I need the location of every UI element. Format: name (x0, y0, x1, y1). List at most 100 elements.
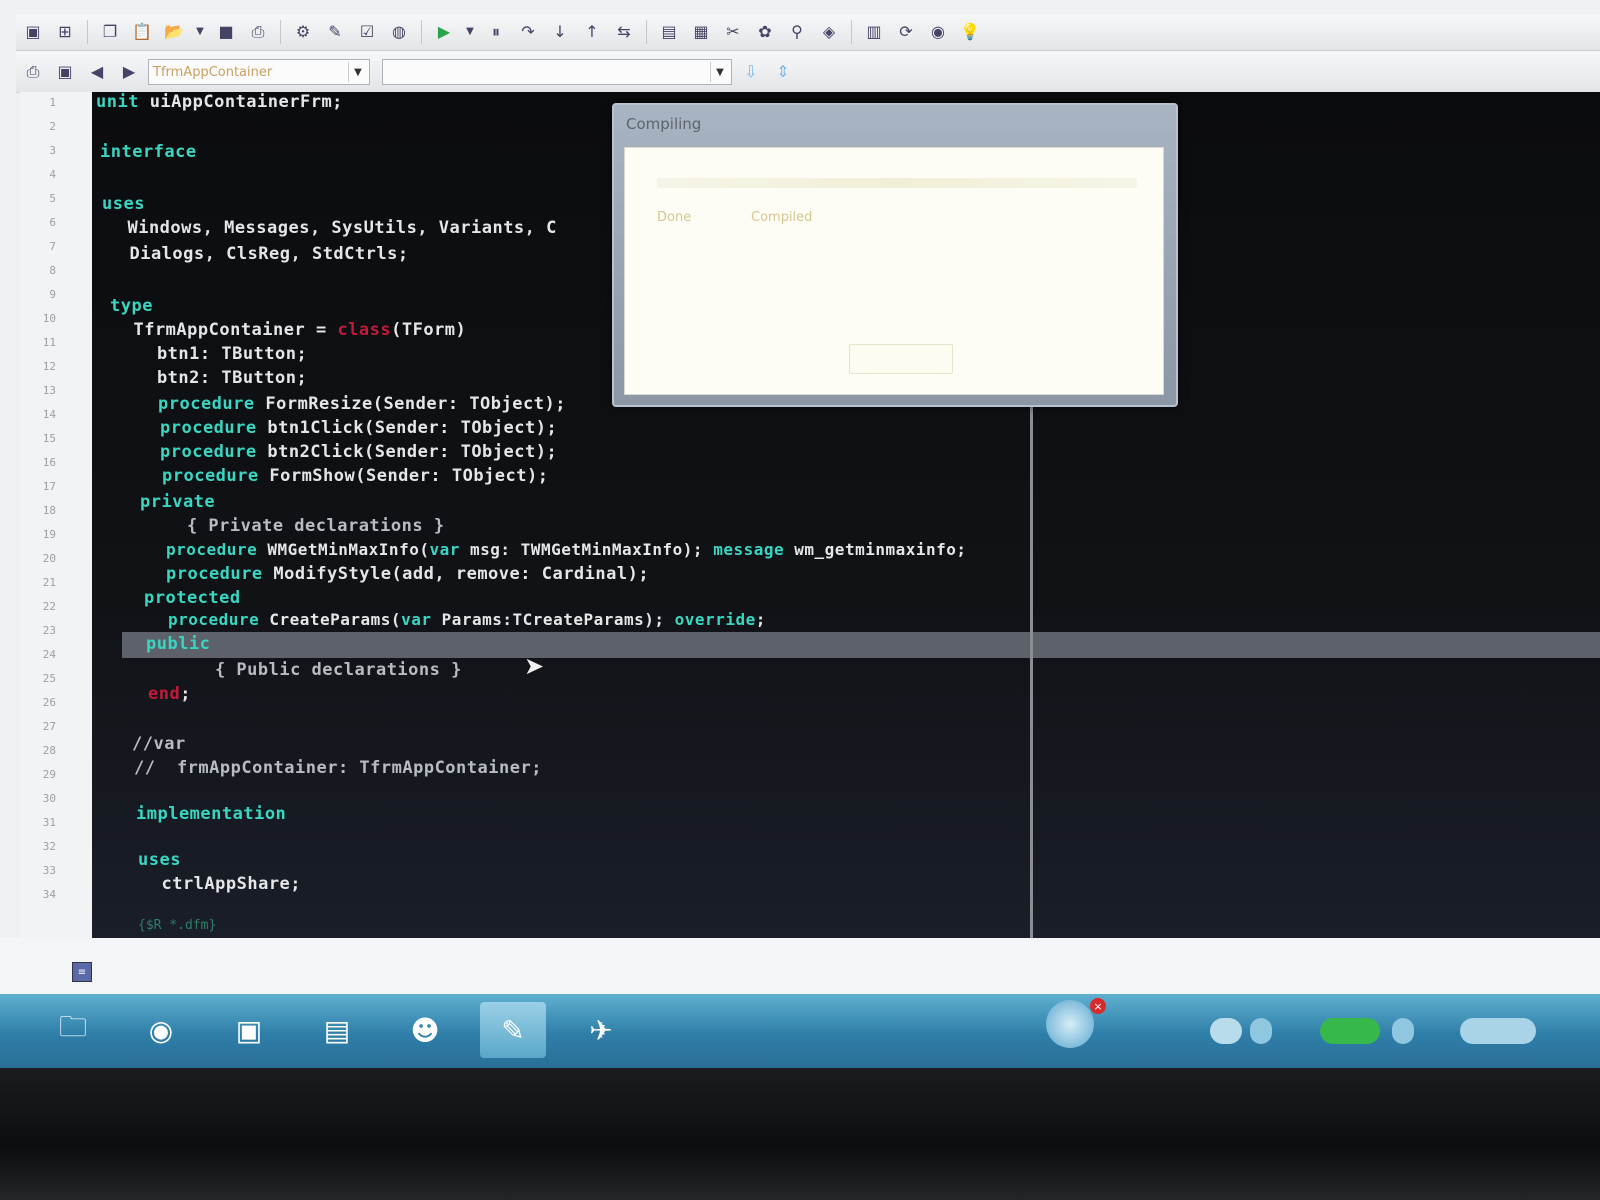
keyword: interface (100, 142, 197, 162)
bulb-icon[interactable]: 💡 (957, 19, 983, 45)
media-player-icon[interactable]: ◉ (128, 1002, 194, 1058)
class-selector-value: TfrmAppContainer (153, 64, 273, 80)
line-number: 24 (42, 648, 56, 661)
dropdown-arrow-icon[interactable]: ▼ (193, 19, 207, 45)
palette-icon[interactable]: ◈ (816, 19, 842, 45)
run-dropdown-icon[interactable]: ▼ (463, 19, 477, 45)
line-number: 28 (42, 744, 56, 757)
toggle-form-icon[interactable]: ⇆ (611, 19, 637, 45)
paste-icon[interactable]: 📋 (129, 19, 155, 45)
line-number: 4 (49, 168, 56, 181)
bookmark-icon[interactable]: ⇩ (738, 59, 764, 85)
chevron-down-icon[interactable]: ▼ (710, 62, 729, 82)
monitor-bezel (0, 1068, 1600, 1200)
keyword: procedure (162, 466, 259, 486)
line-number-gutter: 1 2 3 4 5 6 7 8 9 10 11 12 13 14 15 16 1… (20, 92, 93, 938)
nav-back-icon[interactable]: ◀ (84, 59, 110, 85)
run-icon[interactable]: ▶ (431, 19, 457, 45)
view-unit-icon[interactable]: ▦ (688, 19, 714, 45)
code-text: WMGetMinMaxInfo( (257, 540, 430, 559)
keyword: procedure (160, 418, 257, 438)
search-icon[interactable]: ⚲ (784, 19, 810, 45)
nav-forward-icon[interactable]: ▶ (116, 59, 142, 85)
done-label: Done (657, 210, 692, 225)
check-icon[interactable]: ☑ (354, 19, 380, 45)
code-line: TfrmAppContainer = class(TForm) (112, 320, 466, 340)
document-icon[interactable]: ▤ (304, 1002, 370, 1058)
line-number: 9 (49, 288, 56, 301)
compiling-dialog: Compiling Done Compiled (612, 103, 1178, 407)
open-project-icon[interactable]: ⊞ (52, 19, 78, 45)
tools-icon[interactable]: ✂ (720, 19, 746, 45)
chevron-down-icon[interactable]: ▼ (348, 62, 367, 82)
network-icon[interactable] (1210, 1018, 1242, 1044)
notification-bubble-icon[interactable] (1046, 1000, 1094, 1048)
ok-button[interactable] (849, 344, 953, 374)
line-number: 16 (42, 456, 56, 469)
clock[interactable] (1460, 1018, 1536, 1044)
paint-icon[interactable]: ✎ (480, 1002, 546, 1058)
keyword: implementation (136, 804, 287, 824)
battery-icon[interactable] (1320, 1018, 1380, 1044)
line-number: 10 (42, 312, 56, 325)
keyword: procedure (166, 564, 263, 584)
delphi-ide-icon[interactable]: ▣ (216, 1002, 282, 1058)
stop-icon[interactable]: ■ (213, 19, 239, 45)
current-line-highlight (122, 632, 1600, 658)
sync-icon[interactable]: ⇕ (770, 59, 796, 85)
compile-status: Compiled (751, 210, 813, 225)
keyword: end (148, 684, 181, 704)
dialog-title: Compiling (626, 115, 702, 133)
step-over-icon[interactable]: ↷ (515, 19, 541, 45)
pause-icon[interactable]: ⏸ (483, 19, 509, 45)
code-text: msg: TWMGetMinMaxInfo); (459, 540, 714, 559)
step-out-icon[interactable]: ↑ (579, 19, 605, 45)
line-number: 31 (42, 816, 56, 829)
tools-icon[interactable]: ✈ (568, 1002, 634, 1058)
components-icon[interactable]: ✿ (752, 19, 778, 45)
line-number: 34 (42, 888, 56, 901)
code-line: procedure FormShow(Sender: TObject); (162, 466, 548, 486)
keyword: procedure (158, 394, 255, 414)
save-all-icon[interactable]: ▣ (20, 19, 46, 45)
line-number: 17 (42, 480, 56, 493)
line-number: 19 (42, 528, 56, 541)
globe-icon[interactable]: ◍ (386, 19, 412, 45)
code-text: ; (755, 610, 766, 629)
toolbar-divider (646, 20, 647, 44)
folder-open-icon[interactable]: 📂 (161, 19, 187, 45)
copy-icon[interactable]: ❐ (97, 19, 123, 45)
windows-taskbar: 🗀 ◉ ▣ ▤ ☻ ✎ ✈ × (0, 994, 1600, 1068)
line-number: 13 (42, 384, 56, 397)
print-icon[interactable]: ⎙ (245, 19, 271, 45)
main-toolbar: ▣ ⊞ ❐ 📋 📂 ▼ ■ ⎙ ⚙ ✎ ☑ ◍ ▶ ▼ ⏸ ↷ ↓ ↑ ⇆ ▤ … (16, 14, 1600, 51)
code-line: interface (100, 142, 197, 162)
class-selector-combo[interactable]: TfrmAppContainer ▼ (148, 59, 370, 85)
compile-icon[interactable]: ✎ (322, 19, 348, 45)
code-text: (TForm) (391, 320, 467, 340)
build-icon[interactable]: ⚙ (290, 19, 316, 45)
print-preview-icon[interactable]: ⎙ (20, 59, 46, 85)
line-number: 18 (42, 504, 56, 517)
toolbar-divider (87, 20, 88, 44)
refresh-icon[interactable]: ⟳ (893, 19, 919, 45)
folder-icon[interactable]: 🗀 (40, 1002, 106, 1058)
help-book-icon[interactable]: ▥ (861, 19, 887, 45)
close-icon[interactable]: × (1090, 998, 1106, 1014)
volume-icon[interactable] (1250, 1018, 1272, 1044)
globe2-icon[interactable]: ◉ (925, 19, 951, 45)
message-pane-icon[interactable]: ≡ (72, 962, 92, 982)
code-line: implementation (136, 804, 286, 824)
new-form-icon[interactable]: ▤ (656, 19, 682, 45)
user-icon[interactable]: ☻ (392, 1002, 458, 1058)
keyword: message (713, 540, 785, 559)
monitor-screen: ▣ ⊞ ❐ 📋 📂 ▼ ■ ⎙ ⚙ ✎ ☑ ◍ ▶ ▼ ⏸ ↷ ↓ ↑ ⇆ ▤ … (0, 0, 1600, 1068)
code-line: procedure WMGetMinMaxInfo(var msg: TWMGe… (166, 540, 967, 559)
code-line: unit uiAppContainerFrm; (96, 92, 343, 112)
line-number: 2 (49, 120, 56, 133)
method-selector-combo[interactable]: ▼ (382, 59, 732, 85)
step-into-icon[interactable]: ↓ (547, 19, 573, 45)
flag-icon[interactable] (1392, 1018, 1414, 1044)
line-number: 14 (42, 408, 56, 421)
toggle-view-icon[interactable]: ▣ (52, 59, 78, 85)
